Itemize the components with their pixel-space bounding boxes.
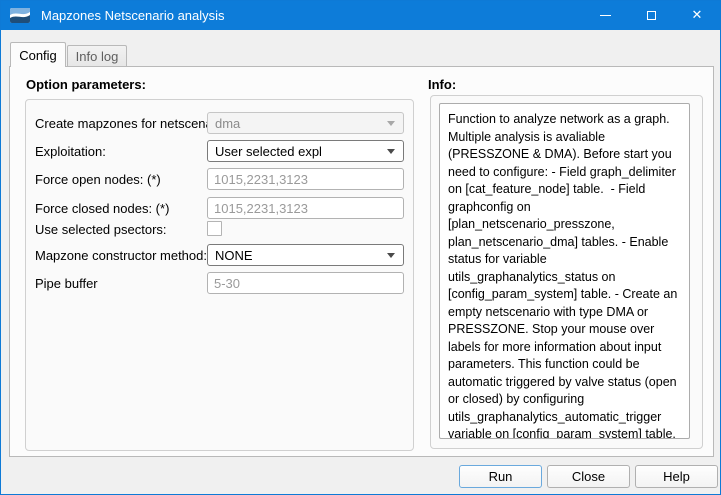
use-psectors-checkbox[interactable] — [207, 221, 222, 236]
info-title: Info: — [428, 77, 456, 92]
run-button[interactable]: Run — [459, 465, 542, 488]
app-logo-icon — [10, 8, 30, 23]
constructor-method-value: NONE — [215, 248, 381, 263]
use-psectors-label: Use selected psectors: — [35, 222, 167, 237]
force-open-nodes-input[interactable] — [207, 168, 404, 190]
close-button-label: Close — [572, 469, 605, 484]
dialog-window: Mapzones Netscenario analysis ✕ Config I… — [0, 0, 721, 495]
tab-config[interactable]: Config — [10, 42, 66, 67]
tab-info-log-label: Info log — [76, 49, 119, 64]
info-text-area[interactable]: Function to analyze network as a graph. … — [439, 103, 690, 439]
close-button[interactable]: ✕ — [674, 1, 720, 30]
exploitation-label: Exploitation: — [35, 144, 106, 159]
form-row-pipe-buffer: Pipe buffer — [35, 272, 404, 294]
pipe-buffer-input[interactable] — [207, 272, 404, 294]
netscenario-label: Create mapzones for netscenario: — [35, 116, 231, 131]
tab-config-label: Config — [19, 48, 57, 63]
constructor-method-combobox[interactable]: NONE — [207, 244, 404, 266]
force-closed-nodes-label: Force closed nodes: (*) — [35, 201, 169, 216]
form-row-netscenario: Create mapzones for netscenario: dma — [35, 112, 404, 134]
form-row-use-psectors: Use selected psectors: — [35, 221, 404, 237]
window-title: Mapzones Netscenario analysis — [41, 8, 225, 23]
chevron-down-icon — [387, 253, 395, 258]
config-tab-page: Option parameters: Create mapzones for n… — [9, 66, 714, 457]
exploitation-combobox[interactable]: User selected expl — [207, 140, 404, 162]
force-open-nodes-label: Force open nodes: (*) — [35, 172, 161, 187]
form-row-exploitation: Exploitation: User selected expl — [35, 140, 404, 162]
netscenario-value: dma — [215, 116, 381, 131]
run-button-label: Run — [489, 469, 513, 484]
minimize-icon — [600, 15, 611, 16]
netscenario-combobox: dma — [207, 112, 404, 134]
form-row-force-closed-nodes: Force closed nodes: (*) — [35, 197, 404, 219]
title-bar[interactable]: Mapzones Netscenario analysis ✕ — [1, 1, 720, 30]
option-parameters-title: Option parameters: — [26, 77, 146, 92]
help-button-label: Help — [663, 469, 690, 484]
constructor-method-label: Mapzone constructor method: — [35, 248, 207, 263]
help-button[interactable]: Help — [635, 465, 718, 488]
maximize-icon — [647, 11, 656, 20]
force-closed-nodes-input[interactable] — [207, 197, 404, 219]
pipe-buffer-label: Pipe buffer — [35, 276, 98, 291]
tab-info-log[interactable]: Info log — [67, 45, 127, 67]
minimize-button[interactable] — [582, 1, 628, 30]
chevron-down-icon — [387, 121, 395, 126]
chevron-down-icon — [387, 149, 395, 154]
window-controls: ✕ — [582, 1, 720, 30]
close-icon: ✕ — [692, 9, 703, 22]
form-row-constructor-method: Mapzone constructor method: NONE — [35, 244, 404, 266]
close-dialog-button[interactable]: Close — [547, 465, 630, 488]
form-row-force-open-nodes: Force open nodes: (*) — [35, 168, 404, 190]
maximize-button[interactable] — [628, 1, 674, 30]
exploitation-value: User selected expl — [215, 144, 381, 159]
